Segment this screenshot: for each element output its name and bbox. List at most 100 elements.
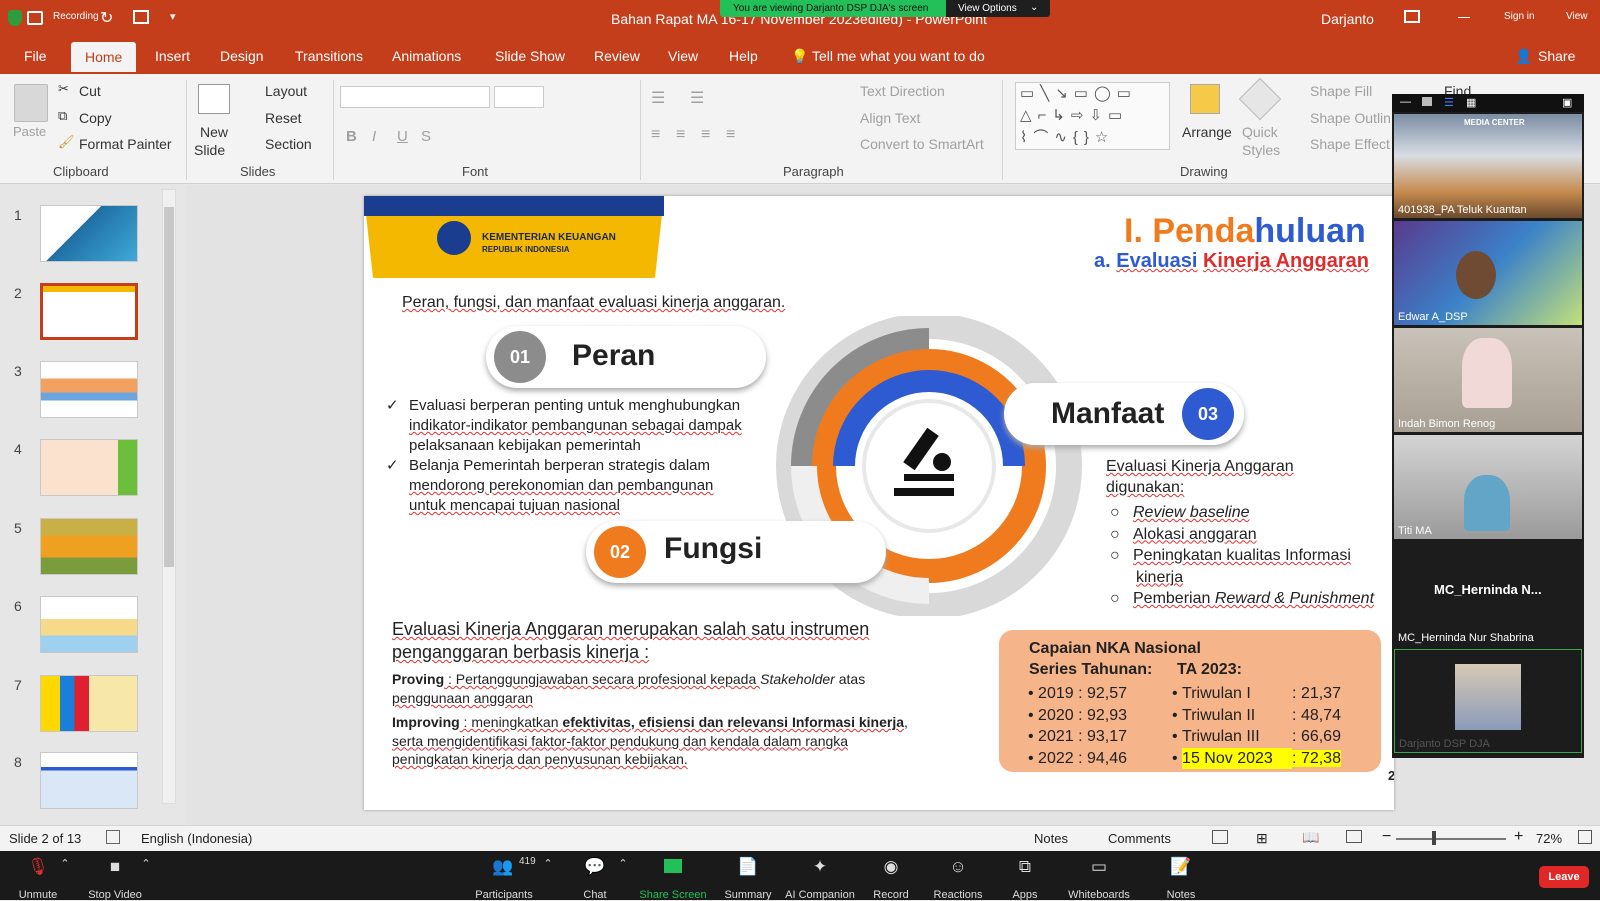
autosave-icon[interactable]	[27, 11, 43, 25]
summary-button[interactable]: Summary	[724, 889, 771, 901]
align-right-icon[interactable]: ≡	[701, 126, 710, 144]
customize-qat-icon[interactable]: ▾	[170, 10, 176, 23]
copy-button[interactable]: Copy	[79, 110, 112, 126]
font-name-field[interactable]	[340, 86, 490, 108]
paste-icon[interactable]	[14, 84, 48, 122]
cut-button[interactable]: Cut	[79, 83, 101, 99]
tab-help[interactable]: Help	[729, 48, 758, 64]
shape-fill-button[interactable]: Shape Fill	[1310, 83, 1372, 99]
tab-transitions[interactable]: Transitions	[295, 48, 363, 64]
reading-view-icon[interactable]: 📖	[1302, 829, 1319, 846]
slide-thumbnail[interactable]	[40, 596, 138, 653]
new-slide-button-2[interactable]: Slide	[194, 142, 225, 158]
numbering-icon[interactable]: ☰	[690, 88, 704, 108]
unmute-button[interactable]: Unmute	[19, 889, 58, 901]
stop-video-button[interactable]: Stop Video	[88, 889, 142, 901]
notes-button[interactable]: Notes	[1034, 831, 1068, 846]
shape-effects-button[interactable]: Shape Effect	[1310, 136, 1390, 152]
video-tile[interactable]: Edwar A_DSP	[1394, 221, 1582, 325]
align-text-button[interactable]: Align Text	[860, 110, 920, 126]
tab-insert[interactable]: Insert	[155, 48, 190, 64]
zoom-out-button[interactable]: −	[1382, 828, 1391, 846]
new-slide-icon[interactable]	[198, 84, 230, 114]
record-button[interactable]: Record	[873, 889, 908, 901]
record-icon[interactable]: ◉	[884, 857, 899, 877]
popout-icon[interactable]: ▣	[1562, 96, 1572, 109]
reactions-icon[interactable]: ☺	[949, 857, 966, 877]
arrange-button[interactable]: Arrange	[1182, 124, 1232, 140]
quick-styles-button-2[interactable]: Styles	[1242, 142, 1280, 158]
reactions-button[interactable]: Reactions	[934, 889, 983, 901]
zoom-slider[interactable]	[1396, 838, 1506, 840]
share-screen-icon[interactable]	[664, 859, 682, 873]
chevron-up-icon[interactable]: ⌃	[141, 857, 150, 870]
slide-thumbnail[interactable]	[40, 752, 138, 809]
sparkle-icon[interactable]: ✦	[813, 857, 827, 877]
strikethrough-icon[interactable]: S	[421, 128, 431, 145]
layout-button[interactable]: Layout	[265, 83, 307, 99]
apps-button[interactable]: Apps	[1012, 889, 1037, 901]
quick-styles-icon[interactable]	[1238, 77, 1282, 121]
slide-thumbnail[interactable]	[40, 361, 138, 418]
slide-thumbnail[interactable]	[40, 205, 138, 262]
chat-button[interactable]: Chat	[583, 889, 606, 901]
participants-button[interactable]: Participants	[475, 889, 532, 901]
leave-button[interactable]: Leave	[1539, 866, 1589, 888]
chevron-up-icon[interactable]: ⌃	[60, 857, 69, 870]
slide-sorter-icon[interactable]: ⊞	[1256, 830, 1268, 847]
zoom-in-button[interactable]: +	[1514, 828, 1523, 846]
slideshow-icon[interactable]	[1346, 830, 1362, 843]
underline-icon[interactable]: U	[397, 128, 408, 145]
bold-icon[interactable]: B	[346, 128, 357, 145]
gallery-view-icon[interactable]: ▦	[1466, 96, 1476, 109]
microphone-muted-icon[interactable]: 🎙	[27, 857, 49, 877]
slide-canvas[interactable]: KEMENTERIAN KEUANGAN REPUBLIK INDONESIA …	[364, 196, 1394, 810]
share-button[interactable]: Share	[1538, 48, 1575, 64]
tab-review[interactable]: Review	[594, 48, 640, 64]
slide-thumbnail-selected[interactable]	[40, 283, 138, 340]
quick-styles-button[interactable]: Quick	[1242, 124, 1278, 140]
tab-home[interactable]: Home	[71, 42, 137, 72]
video-tile[interactable]: MC_Herninda N... MC_Herninda Nur Shabrin…	[1394, 542, 1582, 646]
apps-icon[interactable]: ⧉	[1019, 857, 1031, 877]
signin-link[interactable]: Sign in	[1504, 11, 1535, 22]
section-button[interactable]: Section	[265, 136, 312, 152]
text-direction-button[interactable]: Text Direction	[860, 83, 945, 99]
speaker-view-icon[interactable]	[1422, 97, 1432, 106]
share-screen-button[interactable]: Share Screen	[639, 889, 706, 901]
slide-thumbnail[interactable]	[40, 518, 138, 575]
shape-outline-button[interactable]: Shape Outlin	[1310, 110, 1391, 126]
tab-slideshow[interactable]: Slide Show	[495, 48, 565, 64]
convert-smartart-button[interactable]: Convert to SmartArt	[860, 136, 984, 152]
arrange-icon[interactable]	[1190, 84, 1220, 114]
minimize-icon[interactable]	[1458, 17, 1470, 18]
participants-icon[interactable]: 👥	[492, 857, 513, 877]
shapes-gallery[interactable]: ▭╲↘▭◯▭ △⌐↳⇨⇩▭ ⌇⌒∿{}☆	[1015, 82, 1170, 150]
summary-icon[interactable]: 📄	[737, 857, 758, 877]
font-size-field[interactable]	[494, 86, 544, 108]
slide-thumbnail[interactable]	[40, 675, 138, 732]
align-center-icon[interactable]: ≡	[676, 126, 685, 144]
italic-icon[interactable]: I	[372, 128, 376, 145]
new-slide-button[interactable]: New	[200, 124, 228, 140]
bullets-icon[interactable]: ☰	[651, 88, 665, 108]
whiteboard-icon[interactable]: ▭	[1091, 857, 1107, 877]
fit-slide-icon[interactable]	[1578, 830, 1592, 844]
notes-button[interactable]: Notes	[1167, 889, 1196, 901]
video-tile[interactable]: MEDIA CENTER 401938_PA Teluk Kuantan	[1394, 114, 1582, 218]
video-camera-icon[interactable]: ■	[110, 857, 120, 877]
slide-thumbnail[interactable]	[40, 439, 138, 496]
user-name[interactable]: Darjanto	[1321, 11, 1374, 27]
video-tile[interactable]: Titi MA	[1394, 435, 1582, 539]
zoom-level[interactable]: 72%	[1536, 831, 1562, 846]
thumb-scroll-thumb[interactable]	[164, 207, 174, 567]
video-tile-active[interactable]: Darjanto DSP DJA	[1394, 649, 1582, 753]
whiteboards-button[interactable]: Whiteboards	[1068, 889, 1130, 901]
reset-button[interactable]: Reset	[265, 110, 302, 126]
chevron-up-icon[interactable]: ⌃	[618, 857, 627, 870]
ai-companion-button[interactable]: AI Companion	[785, 889, 855, 901]
tab-animations[interactable]: Animations	[392, 48, 461, 64]
paste-button[interactable]: Paste	[13, 124, 46, 139]
video-tile[interactable]: Indah Bimon Renog	[1394, 328, 1582, 432]
zoom-slider-thumb[interactable]	[1432, 831, 1436, 845]
